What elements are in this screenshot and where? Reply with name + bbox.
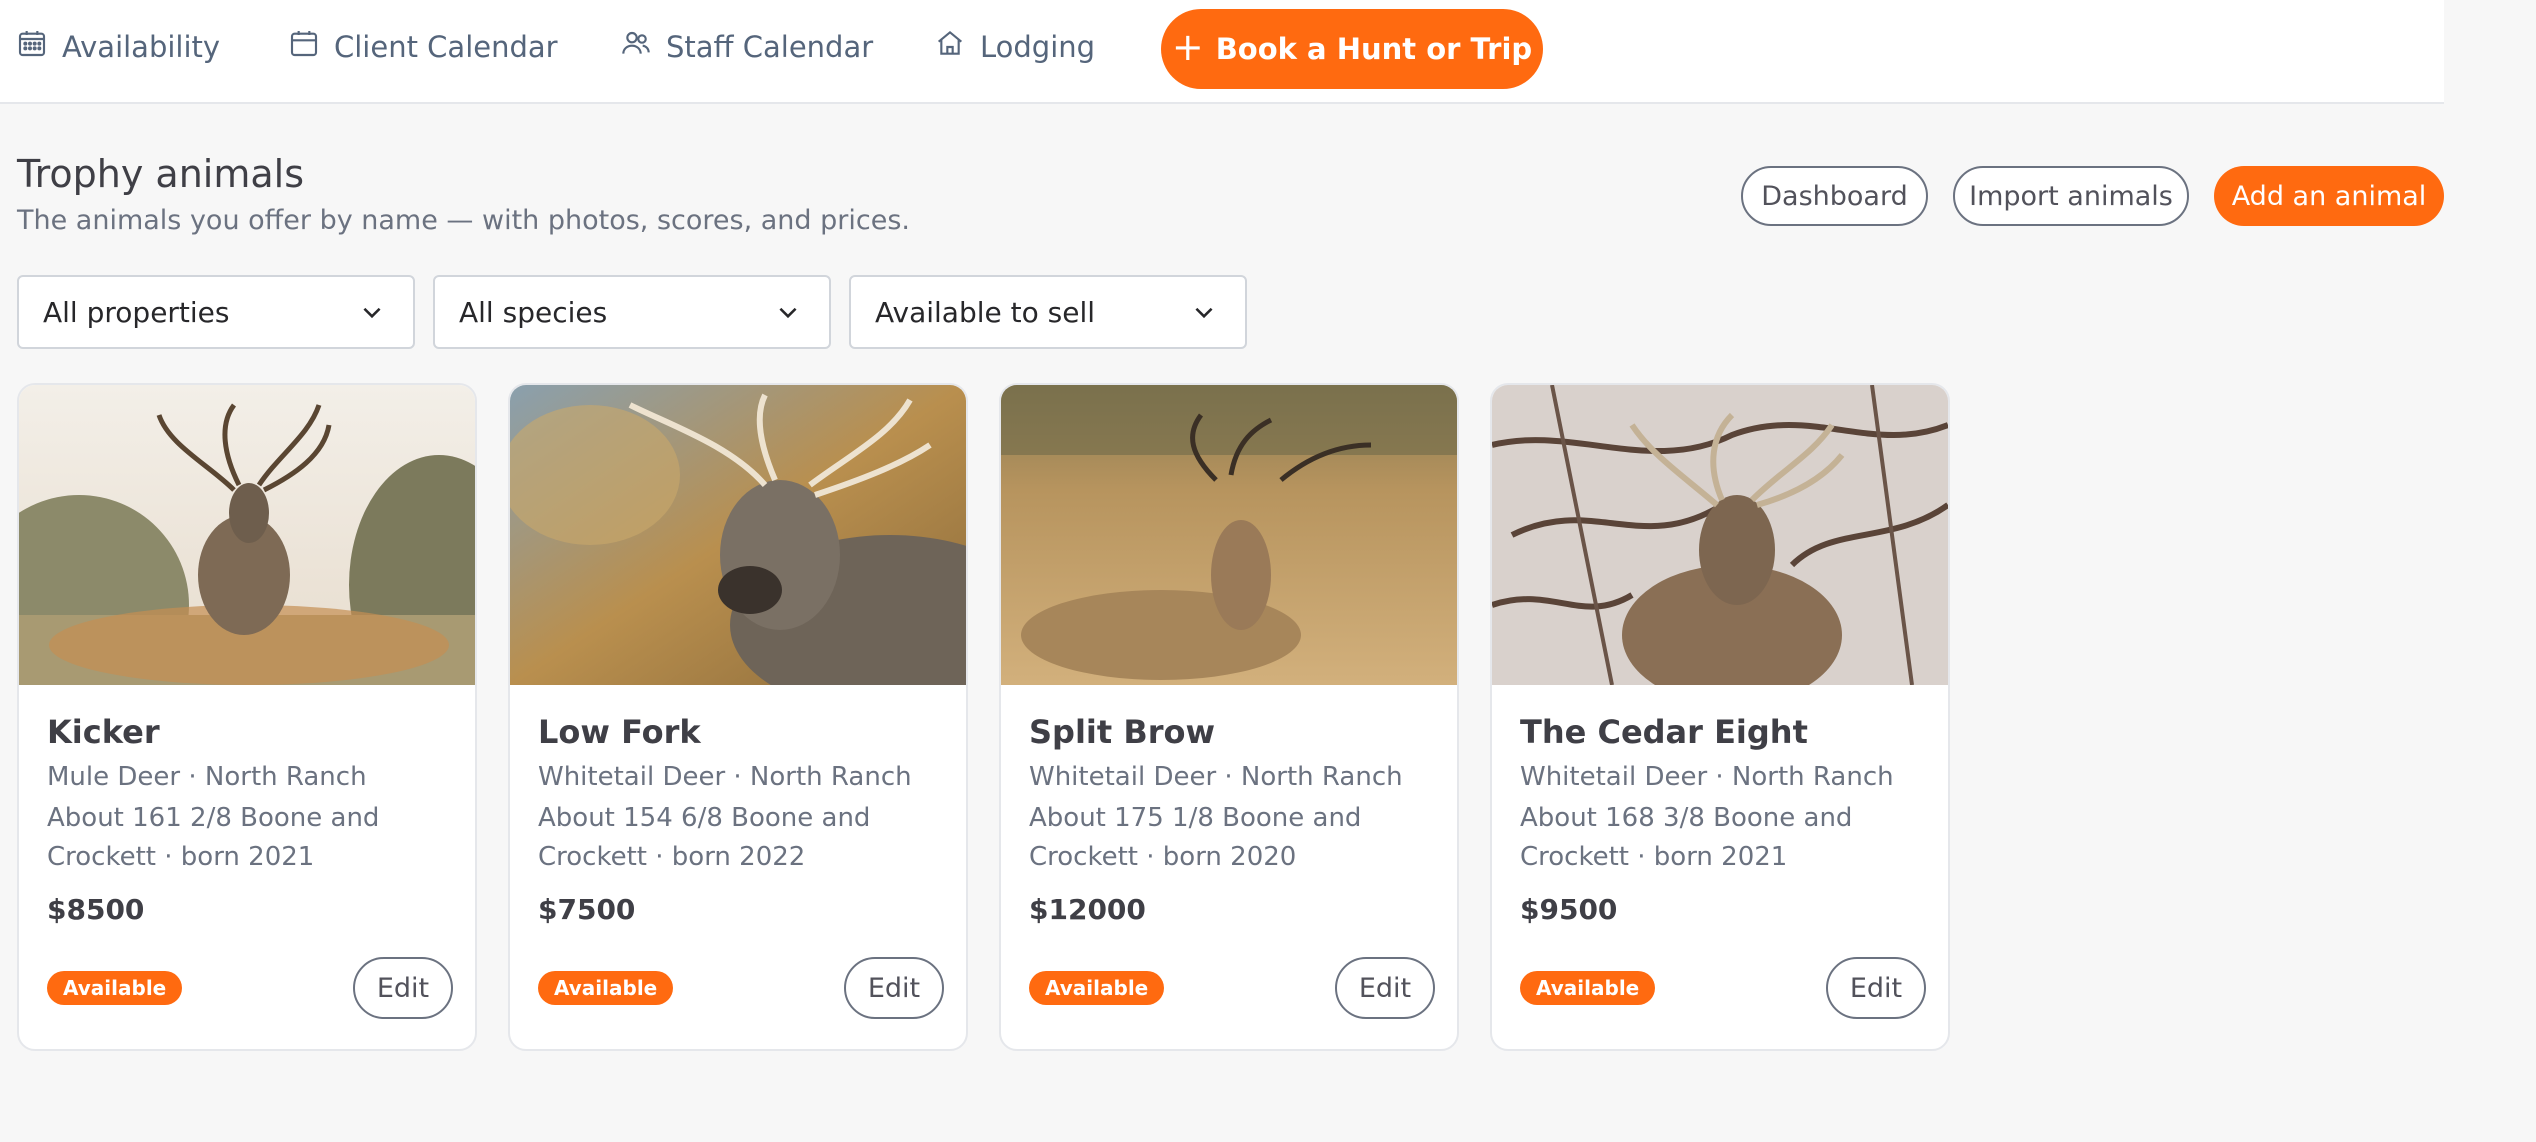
nav-lodging[interactable]: Lodging <box>934 24 1095 70</box>
edit-button[interactable]: Edit <box>1335 957 1435 1019</box>
animal-photo <box>1001 385 1457 685</box>
animal-name: Low Fork <box>538 713 701 751</box>
chevron-down-icon <box>779 307 797 319</box>
property-filter-select[interactable]: All properties <box>17 275 415 349</box>
animal-description: About 154 6/8 Boone and Crockett · born … <box>538 803 871 872</box>
chevron-down-icon <box>1195 307 1213 319</box>
users-icon <box>620 27 652 67</box>
import-animals-button[interactable]: Import animals <box>1953 166 2189 226</box>
animal-name: Split Brow <box>1029 713 1216 751</box>
nav-availability[interactable]: Availability <box>16 24 220 70</box>
nav-staff-calendar[interactable]: Staff Calendar <box>620 24 873 70</box>
animal-species: Whitetail Deer · North Ranch <box>1029 762 1403 792</box>
animal-photo <box>1492 385 1948 685</box>
book-hunt-button[interactable]: + Book a Hunt or Trip <box>1161 9 1543 89</box>
status-badge: Available <box>538 971 674 1005</box>
animal-price: $12000 <box>1029 893 1146 926</box>
status-filter-value: Available to sell <box>875 295 1096 329</box>
book-hunt-label: Book a Hunt or Trip <box>1215 32 1533 66</box>
animal-description: About 161 2/8 Boone and Crockett · born … <box>47 803 380 872</box>
animal-species: Whitetail Deer · North Ranch <box>1520 762 1894 792</box>
animal-price: $9500 <box>1520 893 1618 926</box>
animal-card[interactable]: Low Fork Whitetail Deer · North Ranch Ab… <box>508 383 968 1051</box>
animal-species: Whitetail Deer · North Ranch <box>538 762 912 792</box>
animal-species: Mule Deer · North Ranch <box>47 762 367 792</box>
species-filter-select[interactable]: All species <box>433 275 831 349</box>
species-filter-value: All species <box>459 295 608 329</box>
animal-card[interactable]: Kicker Mule Deer · North Ranch About 161… <box>17 383 477 1051</box>
nav-availability-label: Availability <box>62 30 221 64</box>
plus-icon: + <box>1171 25 1204 69</box>
nav-client-calendar[interactable]: Client Calendar <box>288 24 558 70</box>
edit-button[interactable]: Edit <box>1826 957 1926 1019</box>
animal-description: About 168 3/8 Boone and Crockett · born … <box>1520 803 1853 872</box>
page-title: Trophy animals <box>17 152 305 196</box>
status-badge: Available <box>47 971 183 1005</box>
top-nav: Availability Client Calendar Staff Calen… <box>0 0 2444 104</box>
status-badge: Available <box>1520 971 1656 1005</box>
animal-price: $8500 <box>47 893 145 926</box>
calendar-grid-icon <box>16 27 48 67</box>
chevron-down-icon <box>363 307 381 319</box>
nav-client-calendar-label: Client Calendar <box>334 30 558 64</box>
animal-name: The Cedar Eight <box>1520 713 1808 751</box>
animal-card[interactable]: The Cedar Eight Whitetail Deer · North R… <box>1490 383 1950 1051</box>
status-badge: Available <box>1029 971 1165 1005</box>
dashboard-button[interactable]: Dashboard <box>1741 166 1928 226</box>
animal-description: About 175 1/8 Boone and Crockett · born … <box>1029 803 1362 872</box>
page-subtitle: The animals you offer by name — with pho… <box>17 205 910 236</box>
animal-photo <box>19 385 475 685</box>
add-animal-button[interactable]: Add an animal <box>2214 166 2444 226</box>
status-filter-select[interactable]: Available to sell <box>849 275 1247 349</box>
animal-card[interactable]: Split Brow Whitetail Deer · North Ranch … <box>999 383 1459 1051</box>
edit-button[interactable]: Edit <box>844 957 944 1019</box>
animal-photo <box>510 385 966 685</box>
home-icon <box>934 27 966 67</box>
nav-staff-calendar-label: Staff Calendar <box>666 30 874 64</box>
animal-price: $7500 <box>538 893 636 926</box>
animal-name: Kicker <box>47 713 160 751</box>
edit-button[interactable]: Edit <box>353 957 453 1019</box>
property-filter-value: All properties <box>43 295 230 329</box>
nav-lodging-label: Lodging <box>980 30 1096 64</box>
calendar-icon <box>288 27 320 67</box>
